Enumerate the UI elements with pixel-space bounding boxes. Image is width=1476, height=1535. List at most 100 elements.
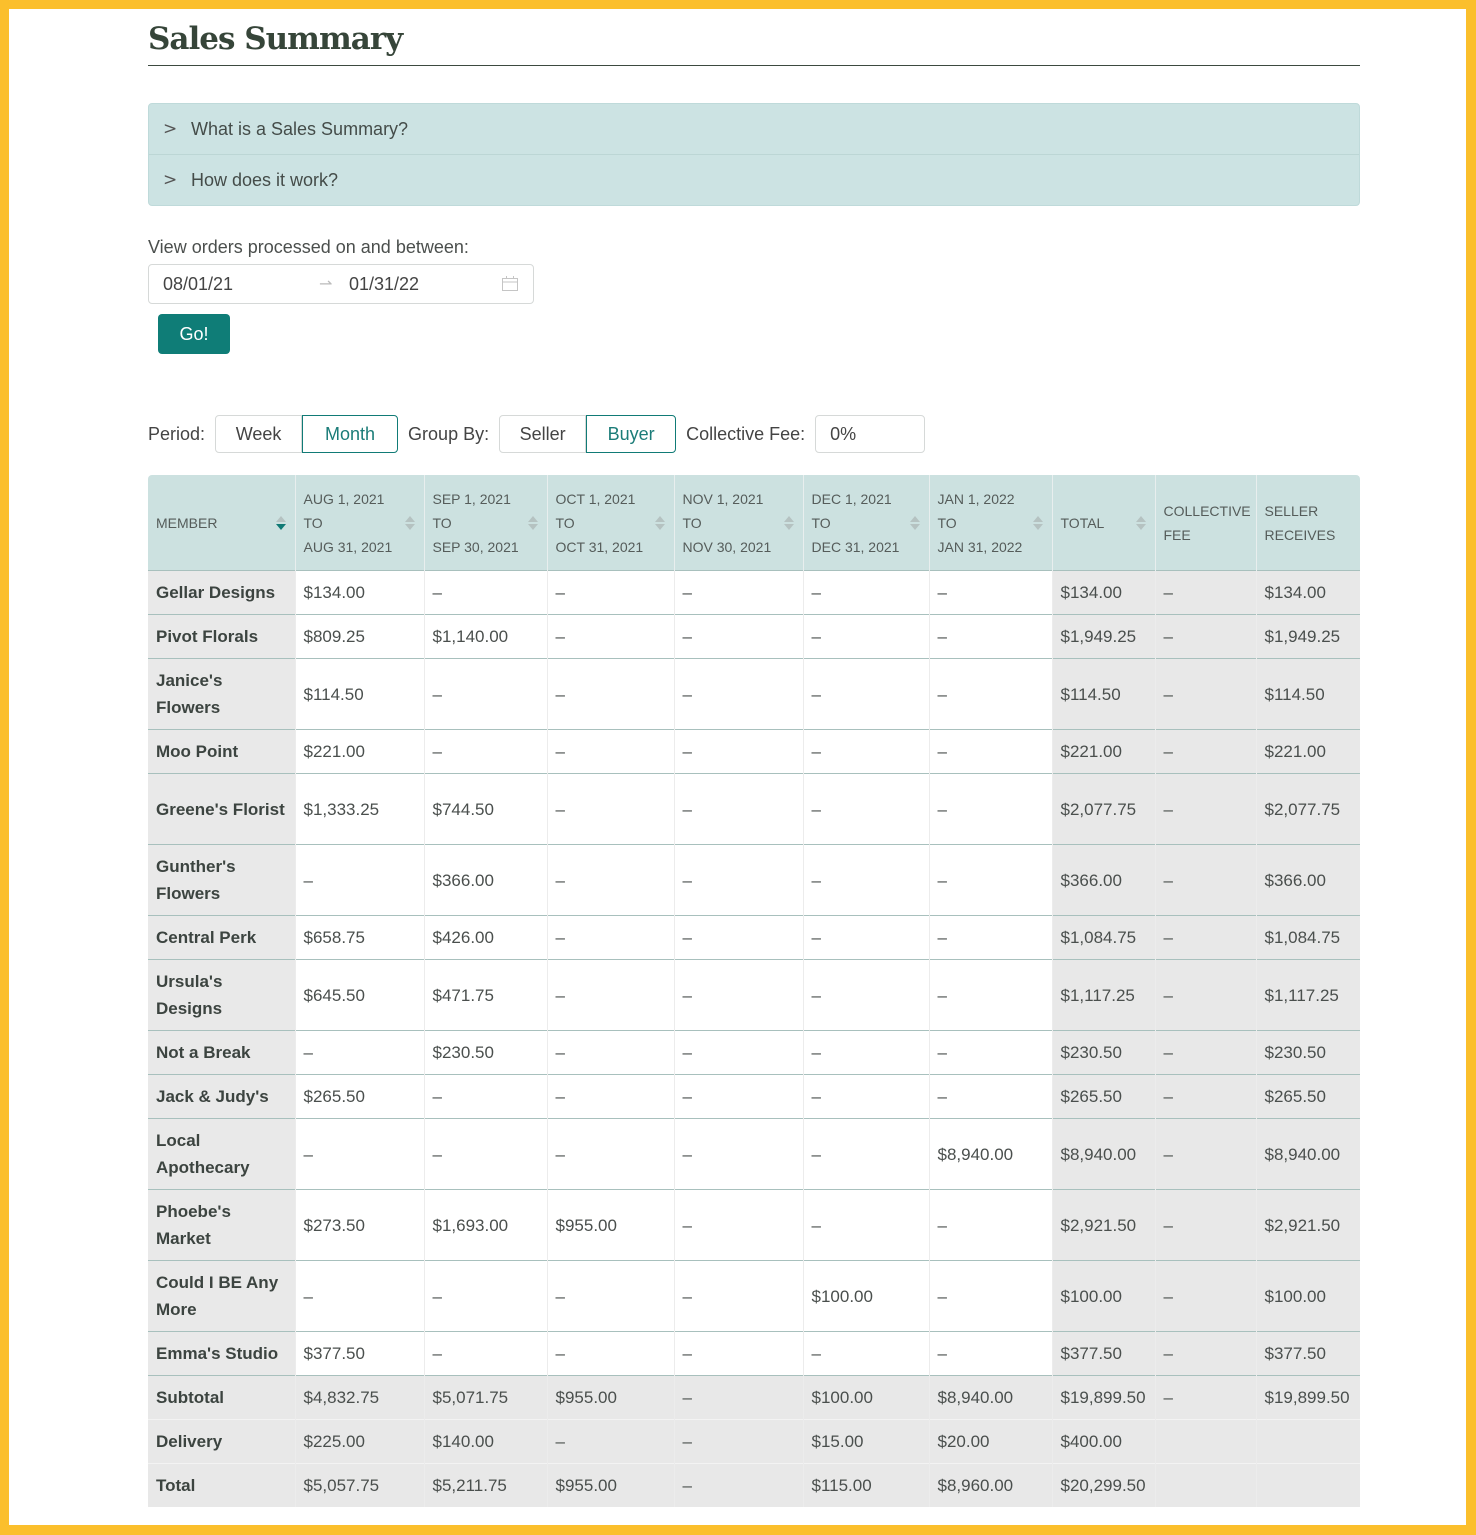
table-cell: – — [673, 844, 803, 916]
accordion-item-what-is[interactable]: > What is a Sales Summary? — [149, 104, 1359, 154]
column-header-total[interactable]: TOTAL — [1051, 475, 1155, 571]
table-cell: – — [546, 614, 674, 659]
table-cell: $1,949.25 — [1255, 614, 1360, 659]
collective-fee-label: Collective Fee: — [686, 423, 806, 444]
accordion-item-label: How does it work? — [191, 169, 339, 190]
table-cell: $426.00 — [423, 915, 547, 960]
column-header-nov-1-2021-to-nov-30-2021[interactable]: NOV 1, 2021 TO NOV 30, 2021 — [673, 475, 803, 571]
column-header-text: NOV 30, 2021 — [682, 538, 772, 555]
sort-icon[interactable] — [527, 515, 538, 531]
table-cell: $1,693.00 — [423, 1189, 547, 1261]
table-row: Central Perk $658.75 $426.00– – – – $1,084.75–… — [148, 915, 1360, 960]
table-row: Phoebe's Market $273.50 $1,693.00 $955.00– –… — [148, 1189, 1360, 1261]
table-cell: – — [928, 1260, 1052, 1332]
table-cell: – — [294, 1260, 424, 1332]
table-cell: – — [1154, 1331, 1256, 1376]
table-cell: – — [1154, 1030, 1256, 1075]
date-range-picker[interactable]: 08/01/21 ⇀ 01/31/22 — [148, 264, 534, 304]
table-cell: – — [802, 1030, 929, 1075]
table-cell: $100.00 — [1255, 1260, 1360, 1332]
table-cell: – — [673, 773, 803, 845]
table-cell: $471.75 — [423, 959, 547, 1031]
table-cell: – — [423, 729, 547, 774]
table-cell: $100.00 — [1051, 1260, 1155, 1332]
table-cell: – — [802, 1189, 929, 1261]
table-cell: – — [546, 1260, 674, 1332]
sort-icon[interactable] — [1032, 515, 1043, 531]
table-cell: – — [928, 959, 1052, 1031]
table-cell: $114.50 — [1051, 658, 1155, 730]
footer-cell — [1154, 1419, 1256, 1464]
footer-cell: $115.00 — [802, 1463, 929, 1507]
column-header-text: AUG 31, 2021 — [303, 538, 393, 555]
column-header-text: TO — [937, 514, 957, 531]
sort-icon[interactable] — [404, 515, 415, 531]
column-header-text: JAN 1, 2022 — [937, 490, 1015, 507]
sort-icon[interactable] — [275, 515, 286, 531]
table-cell: – — [802, 1118, 929, 1190]
table-cell: – — [546, 844, 674, 916]
table-cell: – — [928, 658, 1052, 730]
end-date-input[interactable]: 01/31/22 — [349, 274, 419, 295]
table-cell: $134.00 — [1051, 570, 1155, 615]
member-name: Greene's Florist — [148, 773, 295, 845]
start-date-input[interactable]: 08/01/21 — [163, 274, 233, 295]
accordion-item-how-it-works[interactable]: > How does it work? — [149, 154, 1359, 205]
table-cell: – — [1154, 614, 1256, 659]
table-cell: $100.00 — [802, 1260, 929, 1332]
footer-cell: $20.00 — [928, 1419, 1052, 1464]
period-week-button[interactable]: Week — [215, 415, 303, 453]
column-header-member[interactable]: MEMBER — [148, 475, 295, 571]
table-cell: $114.50 — [1255, 658, 1360, 730]
table-cell: – — [546, 1030, 674, 1075]
column-header-dec-1-2021-to-dec-31-2021[interactable]: DEC 1, 2021 TO DEC 31, 2021 — [802, 475, 929, 571]
table-cell: – — [673, 614, 803, 659]
sort-icon[interactable] — [654, 515, 665, 531]
calendar-icon[interactable] — [502, 276, 518, 291]
footer-cell — [1154, 1463, 1256, 1507]
period-month-button[interactable]: Month — [302, 415, 399, 453]
member-name: Pivot Florals — [148, 614, 295, 659]
table-body: Gellar Designs $134.00– – – – – $134.00– $134.0… — [148, 570, 1360, 1376]
table-cell: – — [1154, 658, 1256, 730]
column-header-text: TO — [303, 514, 323, 531]
table-row: Jack & Judy's $265.50– – – – – $265.50– $265.50 — [148, 1074, 1360, 1119]
footer-cell: $400.00 — [1051, 1419, 1155, 1464]
sort-icon[interactable] — [909, 515, 920, 531]
table-cell: – — [1154, 773, 1256, 845]
footer-cell — [1255, 1463, 1360, 1507]
member-name: Jack & Judy's — [148, 1074, 295, 1119]
table-cell: – — [423, 658, 547, 730]
table-cell: – — [673, 1331, 803, 1376]
table-cell: $221.00 — [294, 729, 424, 774]
table-cell: $1,117.25 — [1255, 959, 1360, 1031]
table-cell: – — [928, 614, 1052, 659]
member-name: Moo Point — [148, 729, 295, 774]
table-cell: $134.00 — [294, 570, 424, 615]
column-header-sep-1-2021-to-sep-30-2021[interactable]: SEP 1, 2021 TO SEP 30, 2021 — [423, 475, 547, 571]
group-buyer-button[interactable]: Buyer — [586, 415, 677, 453]
table-cell: – — [928, 1074, 1052, 1119]
group-seller-button[interactable]: Seller — [499, 415, 587, 453]
table-row: Emma's Studio $377.50– – – – – $377.50– $377.50 — [148, 1331, 1360, 1376]
column-header-aug-1-2021-to-aug-31-2021[interactable]: AUG 1, 2021 TO AUG 31, 2021 — [294, 475, 424, 571]
column-header-jan-1-2022-to-jan-31-2022[interactable]: JAN 1, 2022 TO JAN 31, 2022 — [928, 475, 1052, 571]
table-cell: – — [928, 570, 1052, 615]
table-cell: – — [294, 1118, 424, 1190]
table-footer: Subtotal $4,832.75 $5,071.75 $955.00– $100.0… — [148, 1375, 1360, 1507]
column-header-collective-fee: COLLECTIVE FEE — [1154, 475, 1256, 571]
table-cell: $230.50 — [1051, 1030, 1155, 1075]
sort-icon[interactable] — [1135, 515, 1146, 531]
table-cell: $377.50 — [1051, 1331, 1155, 1376]
column-header-oct-1-2021-to-oct-31-2021[interactable]: OCT 1, 2021 TO OCT 31, 2021 — [546, 475, 674, 571]
table-cell: – — [928, 915, 1052, 960]
table-row: Pivot Florals $809.25 $1,140.00– – – – $1,949.… — [148, 614, 1360, 659]
table-cell: – — [546, 1118, 674, 1190]
table-cell: $2,077.75 — [1051, 773, 1155, 845]
table-cell: $8,940.00 — [1051, 1118, 1155, 1190]
sort-icon[interactable] — [783, 515, 794, 531]
collective-fee-input[interactable] — [815, 415, 926, 453]
go-button[interactable]: Go! — [158, 314, 230, 354]
table-row: Janice's Flowers $114.50– – – – – $114.50– $114… — [148, 658, 1360, 730]
table-cell: – — [546, 1331, 674, 1376]
